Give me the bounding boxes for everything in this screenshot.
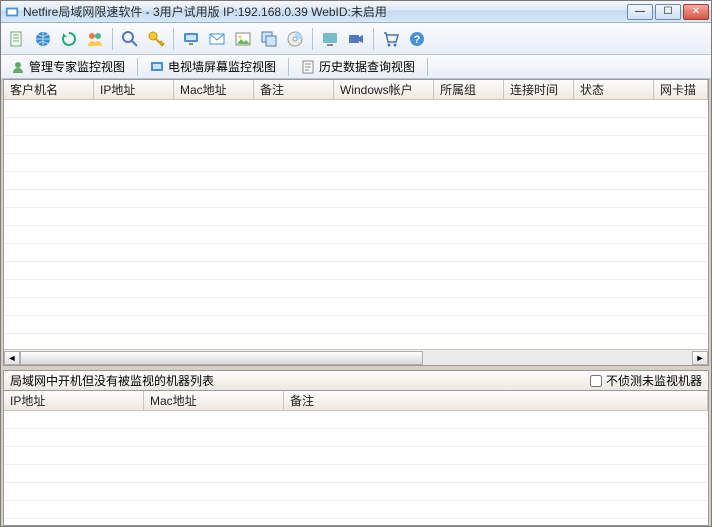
col-status[interactable]: 状态 bbox=[574, 80, 654, 99]
h-scrollbar: ◄ ► bbox=[4, 349, 708, 365]
col-conntime[interactable]: 连接时间 bbox=[504, 80, 574, 99]
tab-label: 管理专家监控视图 bbox=[29, 58, 125, 75]
titlebar: Netfire局域网限速软件 - 3用户试用版 IP:192.168.0.39 … bbox=[1, 1, 711, 23]
toolbar-camera-icon[interactable] bbox=[344, 27, 368, 51]
tab-label: 电视墙屏幕监控视图 bbox=[168, 58, 276, 75]
tab-icon bbox=[150, 60, 164, 74]
toolbar-picture-icon[interactable] bbox=[231, 27, 255, 51]
bottom-pane: 局域网中开机但没有被监视的机器列表 不侦测未监视机器 IP地址 Mac地址 备注 bbox=[1, 370, 711, 526]
toolbar-users-icon[interactable] bbox=[83, 27, 107, 51]
col-ip[interactable]: IP地址 bbox=[94, 80, 174, 99]
scroll-track[interactable] bbox=[20, 351, 692, 365]
toolbar-cart-icon[interactable] bbox=[379, 27, 403, 51]
view-separator bbox=[427, 58, 428, 76]
toolbar-windows-icon[interactable] bbox=[257, 27, 281, 51]
bottom-pane-title: 局域网中开机但没有被监视的机器列表 bbox=[10, 372, 214, 389]
top-pane: 客户机名 IP地址 Mac地址 备注 Windows帐户 所属组 连接时间 状态… bbox=[1, 79, 711, 370]
close-button[interactable]: ✕ bbox=[683, 4, 709, 20]
scroll-left-button[interactable]: ◄ bbox=[4, 351, 20, 365]
window-buttons: — ☐ ✕ bbox=[627, 4, 709, 20]
col-b-mac[interactable]: Mac地址 bbox=[144, 391, 284, 410]
tab-admin-view[interactable]: 管理专家监控视图 bbox=[5, 57, 131, 76]
unmonitored-grid-body[interactable] bbox=[4, 411, 708, 525]
col-nic[interactable]: 网卡描 bbox=[654, 80, 708, 99]
toolbar-screen-icon[interactable] bbox=[318, 27, 342, 51]
app-icon bbox=[5, 5, 19, 19]
tab-tvwall-view[interactable]: 电视墙屏幕监控视图 bbox=[144, 57, 282, 76]
minimize-button[interactable]: — bbox=[627, 4, 653, 20]
tab-history-view[interactable]: 历史数据查询视图 bbox=[295, 57, 421, 76]
no-detect-label: 不侦测未监视机器 bbox=[606, 372, 702, 389]
toolbar-search-icon[interactable] bbox=[118, 27, 142, 51]
tab-icon bbox=[301, 60, 315, 74]
toolbar-separator bbox=[112, 28, 113, 50]
tab-label: 历史数据查询视图 bbox=[319, 58, 415, 75]
col-remark[interactable]: 备注 bbox=[254, 80, 334, 99]
view-separator bbox=[137, 58, 138, 76]
toolbar-mail-icon[interactable] bbox=[205, 27, 229, 51]
toolbar-separator bbox=[373, 28, 374, 50]
toolbar-doc-icon[interactable] bbox=[5, 27, 29, 51]
toolbar-help-icon[interactable]: ? bbox=[405, 27, 429, 51]
maximize-button[interactable]: ☐ bbox=[655, 4, 681, 20]
toolbar-globe-icon[interactable] bbox=[31, 27, 55, 51]
unmonitored-grid-header: IP地址 Mac地址 备注 bbox=[4, 391, 708, 411]
main-toolbar: ? bbox=[1, 23, 711, 55]
tab-icon bbox=[11, 60, 25, 74]
window-title: Netfire局域网限速软件 - 3用户试用版 IP:192.168.0.39 … bbox=[23, 3, 627, 20]
view-separator bbox=[288, 58, 289, 76]
content-area: 客户机名 IP地址 Mac地址 备注 Windows帐户 所属组 连接时间 状态… bbox=[1, 79, 711, 526]
svg-text:?: ? bbox=[414, 34, 421, 46]
col-winaccount[interactable]: Windows帐户 bbox=[334, 80, 434, 99]
view-tabs: 管理专家监控视图 电视墙屏幕监控视图 历史数据查询视图 bbox=[1, 55, 711, 79]
toolbar-separator bbox=[173, 28, 174, 50]
col-group[interactable]: 所属组 bbox=[434, 80, 504, 99]
toolbar-refresh-icon[interactable] bbox=[57, 27, 81, 51]
scroll-thumb[interactable] bbox=[20, 351, 423, 365]
unmonitored-grid: IP地址 Mac地址 备注 bbox=[3, 390, 709, 526]
toolbar-separator bbox=[312, 28, 313, 50]
toolbar-key-icon[interactable] bbox=[144, 27, 168, 51]
col-b-remark[interactable]: 备注 bbox=[284, 391, 708, 410]
col-mac[interactable]: Mac地址 bbox=[174, 80, 254, 99]
col-b-ip[interactable]: IP地址 bbox=[4, 391, 144, 410]
clients-grid-header: 客户机名 IP地址 Mac地址 备注 Windows帐户 所属组 连接时间 状态… bbox=[4, 80, 708, 100]
clients-grid-body[interactable] bbox=[4, 100, 708, 349]
no-detect-checkbox[interactable]: 不侦测未监视机器 bbox=[590, 372, 702, 389]
toolbar-disc-icon[interactable] bbox=[283, 27, 307, 51]
bottom-pane-header: 局域网中开机但没有被监视的机器列表 不侦测未监视机器 bbox=[3, 370, 709, 390]
toolbar-monitor-icon[interactable] bbox=[179, 27, 203, 51]
col-client-name[interactable]: 客户机名 bbox=[4, 80, 94, 99]
scroll-right-button[interactable]: ► bbox=[692, 351, 708, 365]
clients-grid: 客户机名 IP地址 Mac地址 备注 Windows帐户 所属组 连接时间 状态… bbox=[3, 79, 709, 366]
no-detect-checkbox-input[interactable] bbox=[590, 375, 602, 387]
